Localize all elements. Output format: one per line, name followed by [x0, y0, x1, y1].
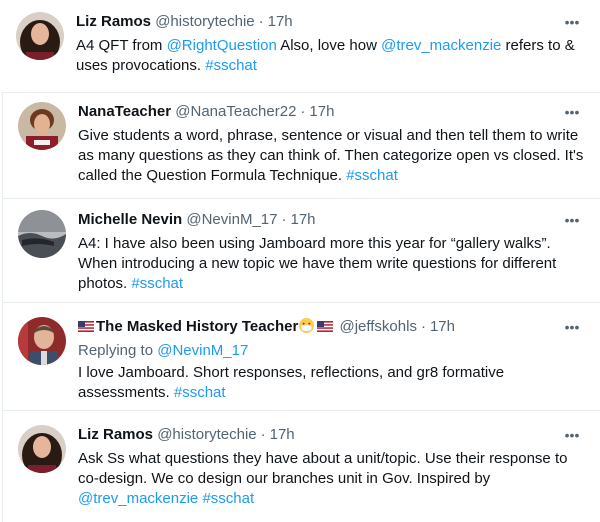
- avatar[interactable]: [18, 425, 66, 473]
- face-with-mask-icon: [299, 317, 315, 334]
- author-name[interactable]: The Masked History Teacher: [96, 318, 298, 335]
- replying-to: Replying to @NevinM_17: [78, 341, 248, 361]
- timestamp[interactable]: 17h: [290, 211, 315, 228]
- tweet-header: NanaTeacher @NanaTeacher22 · 17h: [78, 102, 556, 122]
- mention-link[interactable]: @trev_mackenzie: [381, 37, 501, 54]
- more-options-icon[interactable]: •••: [560, 102, 584, 122]
- more-options-icon[interactable]: •••: [560, 425, 584, 445]
- replying-label: Replying to: [78, 342, 158, 359]
- tweet-text: A4: I have also been using Jamboard more…: [78, 234, 582, 294]
- tweet-header: The Masked History Teacher @jeffskohls · 1…: [78, 317, 556, 337]
- timestamp[interactable]: 17h: [270, 426, 295, 443]
- tweet-text: I love Jamboard. Short responses, reflec…: [78, 363, 540, 403]
- timestamp[interactable]: 17h: [268, 13, 293, 30]
- mention-link[interactable]: @trev_mackenzie: [78, 490, 198, 507]
- timestamp[interactable]: 17h: [309, 103, 334, 120]
- mention-link[interactable]: @NevinM_17: [157, 342, 248, 359]
- author-name[interactable]: Michelle Nevin: [78, 211, 182, 228]
- tweet-text: A4 QFT from @RightQuestion Also, love ho…: [76, 36, 586, 76]
- tweet[interactable]: Michelle Nevin @NevinM_17 · 17h ••• A4: I …: [2, 198, 600, 302]
- avatar[interactable]: [18, 210, 66, 258]
- author-name[interactable]: NanaTeacher: [78, 103, 171, 120]
- tweet-header: Michelle Nevin @NevinM_17 · 17h: [78, 210, 556, 230]
- timestamp[interactable]: 17h: [430, 318, 455, 335]
- text-segment: Also, love how: [276, 37, 382, 54]
- hashtag-link[interactable]: #sschat: [346, 167, 398, 184]
- avatar[interactable]: [18, 317, 66, 365]
- hashtag-link[interactable]: #sschat: [131, 275, 183, 292]
- dot-separator: ·: [300, 103, 306, 120]
- dot-separator: ·: [281, 211, 287, 228]
- text-segment: Give students a word, phrase, sentence o…: [78, 127, 584, 184]
- tweet[interactable]: Liz Ramos @historytechie · 17h ••• Ask Ss …: [2, 410, 600, 522]
- author-handle[interactable]: @historytechie: [155, 13, 254, 30]
- tweet-text: Ask Ss what questions they have about a …: [78, 449, 588, 509]
- dot-separator: ·: [420, 318, 426, 335]
- author-handle[interactable]: @NanaTeacher22: [175, 103, 296, 120]
- hashtag-link[interactable]: #sschat: [202, 490, 254, 507]
- tweet-header: Liz Ramos @historytechie · 17h: [78, 425, 556, 445]
- tweet[interactable]: NanaTeacher @NanaTeacher22 · 17h ••• Give …: [2, 92, 600, 198]
- more-options-icon[interactable]: •••: [560, 12, 584, 32]
- dot-separator: ·: [260, 426, 266, 443]
- text-segment: A4 QFT from: [76, 37, 167, 54]
- hashtag-link[interactable]: #sschat: [205, 57, 257, 74]
- author-handle[interactable]: @historytechie: [157, 426, 256, 443]
- tweet[interactable]: The Masked History Teacher @jeffskohls · 1…: [2, 302, 600, 410]
- author-handle[interactable]: @NevinM_17: [186, 211, 277, 228]
- author-name[interactable]: Liz Ramos: [78, 426, 153, 443]
- tweet[interactable]: Liz Ramos @historytechie · 17h ••• A4 QFT …: [0, 0, 600, 92]
- us-flag-icon: [317, 321, 334, 332]
- hashtag-link[interactable]: #sschat: [174, 384, 226, 401]
- us-flag-icon: [78, 321, 94, 332]
- text-segment: Ask Ss what questions they have about a …: [78, 450, 568, 487]
- text-segment: I love Jamboard. Short responses, reflec…: [78, 364, 505, 401]
- tweet-text: Give students a word, phrase, sentence o…: [78, 126, 586, 186]
- author-name[interactable]: Liz Ramos: [76, 13, 151, 30]
- tweet-header: Liz Ramos @historytechie · 17h: [76, 12, 556, 32]
- avatar[interactable]: [16, 12, 64, 60]
- dot-separator: ·: [258, 13, 264, 30]
- avatar[interactable]: [18, 102, 66, 150]
- tweet-feed: Liz Ramos @historytechie · 17h ••• A4 QFT …: [0, 0, 600, 522]
- mention-link[interactable]: @RightQuestion: [167, 37, 277, 54]
- more-options-icon[interactable]: •••: [560, 317, 584, 337]
- more-options-icon[interactable]: •••: [560, 210, 584, 230]
- author-handle[interactable]: @jeffskohls: [339, 318, 416, 335]
